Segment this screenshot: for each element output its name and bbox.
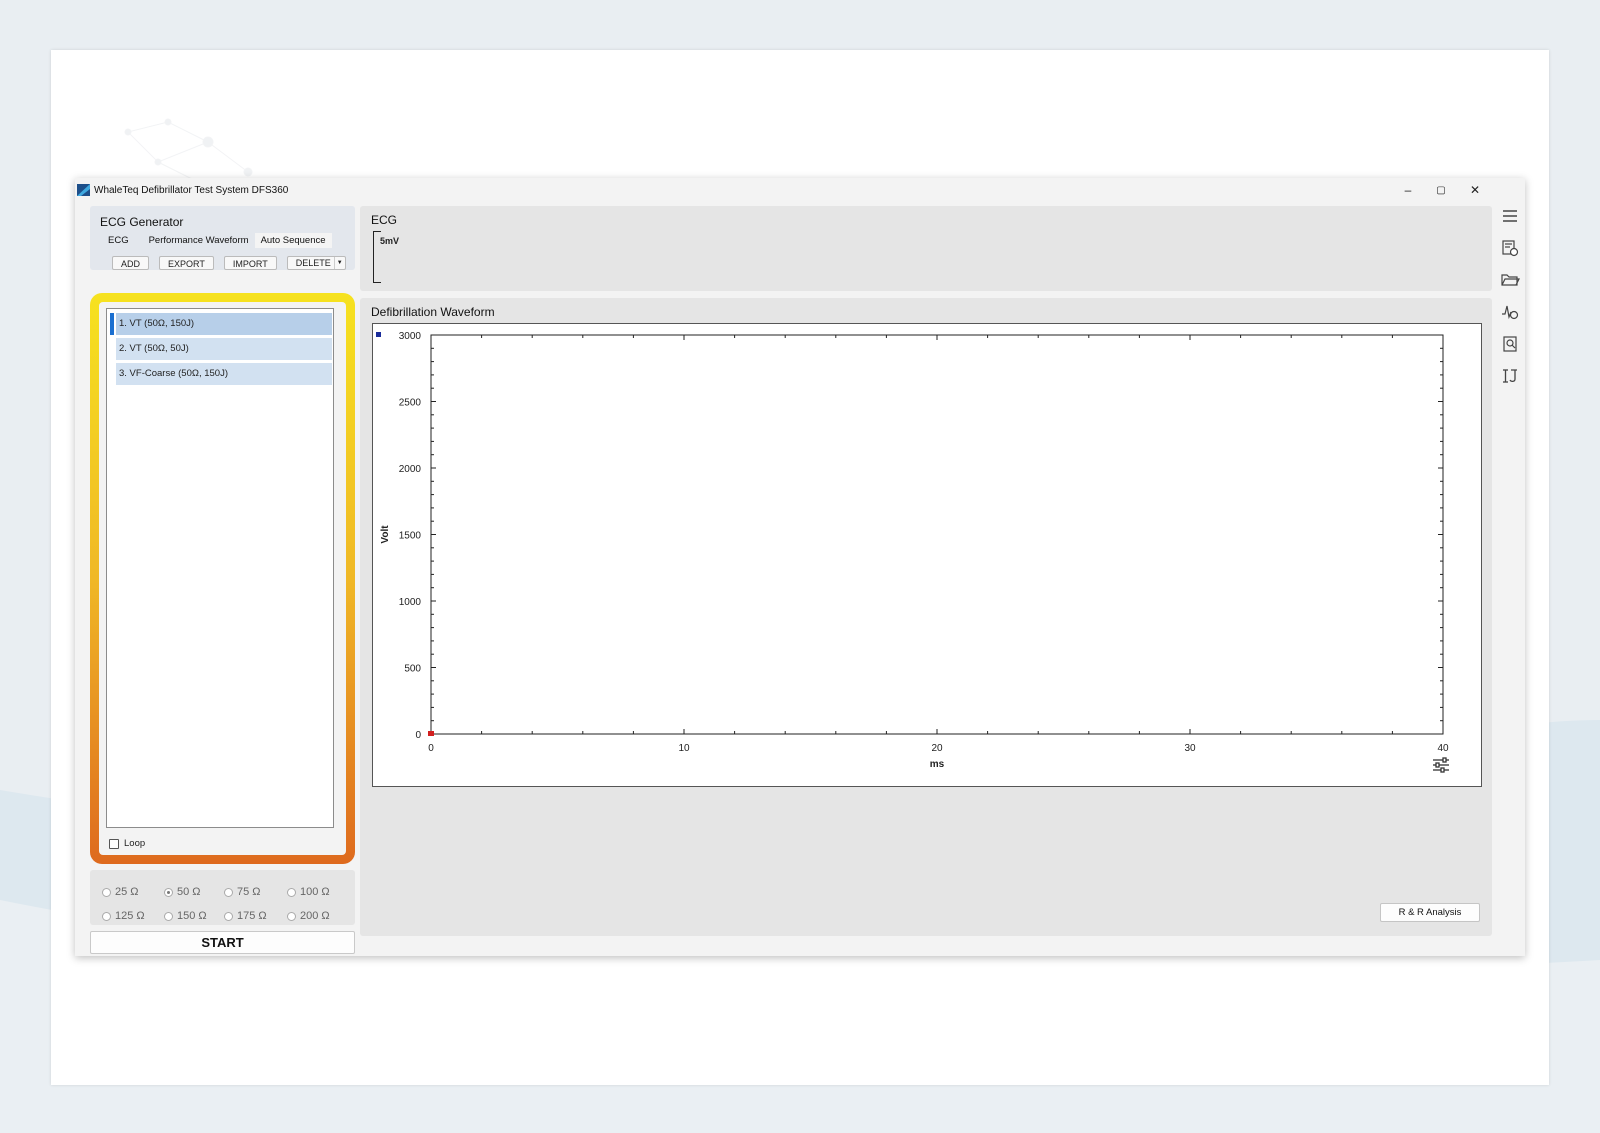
impedance-option-75[interactable]: 75 Ω: [224, 886, 261, 898]
sequence-item-3[interactable]: 3. VF-Coarse (50Ω, 150J): [116, 363, 332, 385]
chevron-down-icon[interactable]: ▼: [333, 257, 343, 269]
sequence-highlight-frame: 1. VT (50Ω, 150J) 2. VT (50Ω, 50J) 3. VF…: [90, 293, 355, 864]
ecg-panel: ECG 5mV: [360, 206, 1492, 291]
radio-icon[interactable]: [164, 911, 173, 921]
folder-open-icon[interactable]: [1500, 270, 1520, 290]
defibrillation-chart-svg: 0 10 20 30 40 0 500 1000 1500 2000 2500 3000 ms Volt: [376, 331, 1449, 773]
y-tick-label: 2500: [399, 398, 422, 409]
delete-button-label: DELETE: [295, 258, 331, 268]
import-button[interactable]: IMPORT: [223, 256, 277, 270]
impedance-label: 50 Ω: [177, 886, 201, 898]
y-tick-label: 1000: [399, 597, 422, 608]
menu-icon[interactable]: [1500, 206, 1520, 226]
radio-selected-icon[interactable]: [164, 887, 173, 897]
radio-icon[interactable]: [224, 887, 233, 897]
x-tick-label: 30: [1184, 743, 1196, 754]
impedance-option-200[interactable]: 200 Ω: [287, 910, 330, 922]
ecg-scale-label: 5mV: [380, 236, 400, 246]
sequence-list[interactable]: 1. VT (50Ω, 150J) 2. VT (50Ω, 50J) 3. VF…: [106, 308, 334, 828]
add-button[interactable]: ADD: [112, 256, 150, 270]
plot-area-frame: [430, 334, 1444, 735]
impedance-selector: 25 Ω 50 Ω 75 Ω 100 Ω 125 Ω 150 Ω 175 Ω 2…: [90, 870, 355, 925]
impedance-option-175[interactable]: 175 Ω: [224, 910, 267, 922]
minimize-button[interactable]: –: [1391, 178, 1425, 202]
sequence-container: 1. VT (50Ω, 150J) 2. VT (50Ω, 50J) 3. VF…: [99, 302, 346, 855]
start-button[interactable]: START: [90, 931, 355, 954]
series-marker: [376, 332, 381, 337]
defibrillation-panel: Defibrillation Waveform 0 10 20 30 40 0 500 100…: [360, 298, 1492, 936]
report-search-icon[interactable]: [1500, 334, 1520, 354]
impedance-label: 175 Ω: [237, 910, 267, 922]
radio-icon[interactable]: [102, 887, 111, 897]
tab-performance-waveform[interactable]: Performance Waveform: [143, 233, 255, 248]
impedance-option-150[interactable]: 150 Ω: [164, 910, 207, 922]
impedance-label: 75 Ω: [237, 886, 261, 898]
impedance-label: 200 Ω: [300, 910, 330, 922]
x-tick-label: 10: [678, 743, 690, 754]
impedance-option-100[interactable]: 100 Ω: [287, 886, 330, 898]
title-bar: WhaleTeq Defibrillator Test System DFS36…: [75, 178, 1525, 202]
y-axis-label: Volt: [380, 525, 391, 544]
radio-icon[interactable]: [287, 911, 296, 921]
ecg-generator-panel: ECG Generator ECG Performance Waveform A…: [90, 206, 355, 954]
ecg-generator-title: ECG Generator: [100, 215, 184, 229]
x-axis-label: ms: [930, 759, 945, 770]
y-tick-label: 1500: [399, 531, 422, 542]
sequence-item-1[interactable]: 1. VT (50Ω, 150J): [110, 313, 332, 335]
loop-checkbox[interactable]: [109, 838, 119, 849]
tab-ecg[interactable]: ECG: [102, 233, 135, 248]
ecg-panel-title: ECG: [371, 213, 398, 227]
impedance-option-50[interactable]: 50 Ω: [164, 886, 201, 898]
impedance-option-125[interactable]: 125 Ω: [102, 910, 145, 922]
x-tick-label: 20: [931, 743, 943, 754]
impedance-label: 100 Ω: [300, 886, 330, 898]
report-settings-icon[interactable]: [1500, 238, 1520, 258]
impedance-option-25[interactable]: 25 Ω: [102, 886, 139, 898]
defibrillation-panel-title: Defibrillation Waveform: [371, 305, 495, 319]
loop-option[interactable]: Loop: [109, 838, 145, 849]
x-tick-label: 40: [1437, 743, 1449, 754]
sequence-toolbar: ADD EXPORT IMPORT DELETE ▼: [112, 256, 346, 270]
radio-icon[interactable]: [102, 911, 111, 921]
chart-settings-icon[interactable]: [1433, 757, 1449, 773]
origin-marker: [428, 731, 434, 736]
loop-label: Loop: [124, 838, 146, 849]
defibrillation-chart: 0 10 20 30 40 0 500 1000 1500 2000 2500 3000 ms Volt: [372, 323, 1482, 787]
y-tick-label: 500: [404, 664, 421, 675]
sequence-item-2[interactable]: 2. VT (50Ω, 50J): [116, 338, 332, 360]
calibration-icon[interactable]: [1500, 366, 1520, 386]
y-tick-label: 3000: [399, 331, 422, 342]
radio-icon[interactable]: [287, 887, 296, 897]
x-tick-label: 0: [428, 743, 434, 754]
export-button[interactable]: EXPORT: [159, 256, 214, 270]
app-logo-icon: [77, 184, 90, 196]
window-title: WhaleTeq Defibrillator Test System DFS36…: [94, 184, 289, 196]
y-tick-label: 0: [415, 730, 421, 741]
impedance-label: 125 Ω: [115, 910, 145, 922]
radio-icon[interactable]: [224, 911, 233, 921]
delete-button[interactable]: DELETE ▼: [286, 256, 346, 270]
maximize-button[interactable]: ▢: [1424, 178, 1458, 202]
waveform-settings-icon[interactable]: [1500, 302, 1520, 322]
right-toolbar: [1495, 206, 1525, 406]
generator-tabs: ECG Performance Waveform Auto Sequence: [102, 233, 332, 248]
y-tick-label: 2000: [399, 464, 422, 475]
impedance-label: 25 Ω: [115, 886, 139, 898]
impedance-label: 150 Ω: [177, 910, 207, 922]
close-button[interactable]: ✕: [1458, 178, 1492, 202]
ecg-generator-header: ECG Generator ECG Performance Waveform A…: [90, 206, 355, 270]
tab-auto-sequence[interactable]: Auto Sequence: [254, 233, 332, 248]
rr-analysis-button[interactable]: R & R Analysis: [1380, 903, 1480, 922]
app-window: WhaleTeq Defibrillator Test System DFS36…: [75, 178, 1525, 956]
